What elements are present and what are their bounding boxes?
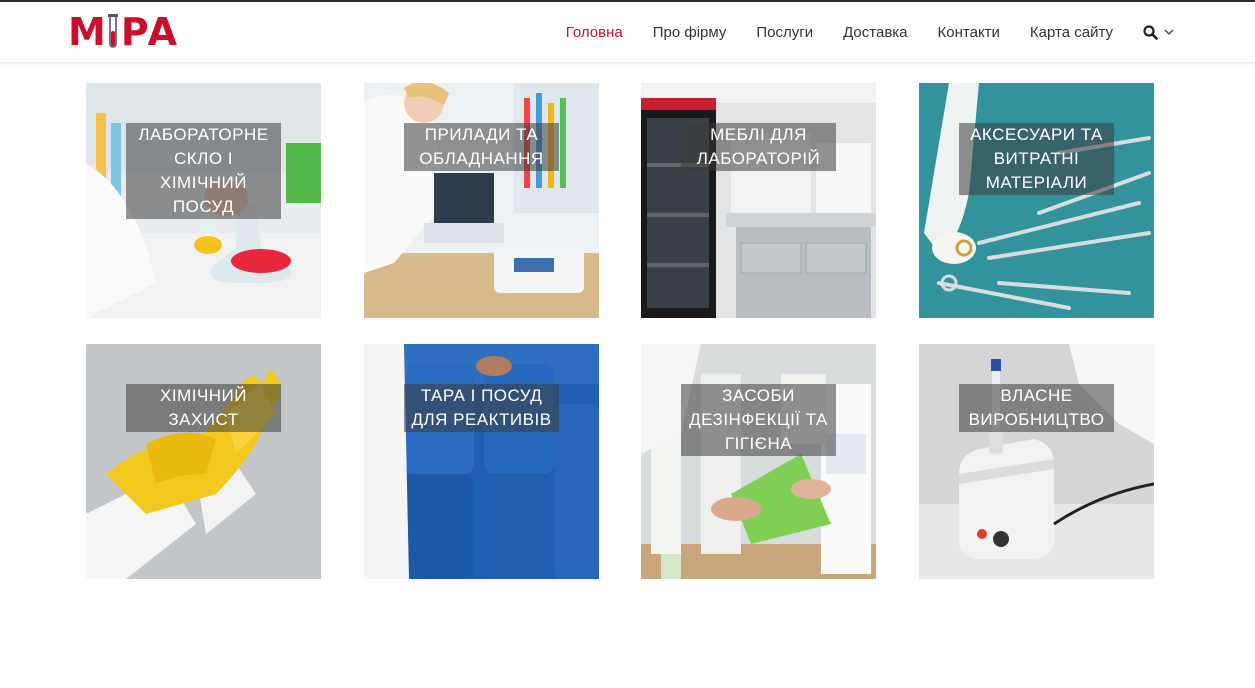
- category-label: Прилади та обладнання: [404, 123, 559, 171]
- category-tile-instruments[interactable]: Прилади та обладнання: [364, 83, 599, 318]
- test-tube-icon: [107, 14, 118, 48]
- category-label: Власне виробництво: [959, 384, 1114, 432]
- nav-item-sitemap[interactable]: Карта сайту: [1030, 24, 1113, 41]
- nav-item-services[interactable]: Послуги: [756, 24, 813, 41]
- category-tile-containers[interactable]: Тара і посуд для реактивів: [364, 344, 599, 579]
- surgical-tools-photo: [919, 83, 1154, 318]
- category-tile-own-production[interactable]: Власне виробництво: [919, 344, 1154, 579]
- microscope-photo: [364, 83, 599, 318]
- canisters-photo: [364, 344, 599, 579]
- gloves-photo: [86, 344, 321, 579]
- site-logo[interactable]: M РА: [68, 10, 177, 54]
- category-label: Меблі для лабораторій: [681, 123, 836, 171]
- main-navigation: Головна Про фірму Послуги Доставка Конта…: [536, 2, 1175, 62]
- category-tile-furniture[interactable]: Меблі для лабораторій: [641, 83, 876, 318]
- disinfection-photo: [641, 344, 876, 579]
- category-label: Тара і посуд для реактивів: [404, 384, 559, 432]
- category-tile-glassware[interactable]: Лабораторне скло і хімічний посуд: [86, 83, 321, 318]
- search-toggle[interactable]: [1143, 24, 1175, 40]
- nav-item-home[interactable]: Головна: [566, 24, 623, 41]
- category-tile-disinfection[interactable]: Засоби дезінфекції та гігієна: [641, 344, 876, 579]
- nav-item-delivery[interactable]: Доставка: [843, 24, 907, 41]
- category-label: Хімічний захист: [126, 384, 281, 432]
- logo-letter-m: M: [68, 10, 106, 54]
- category-tile-chemical-protection[interactable]: Хімічний захист: [86, 344, 321, 579]
- category-label: Аксесуари та витратні матеріали: [959, 123, 1114, 195]
- chevron-down-icon: [1164, 29, 1174, 35]
- vortex-device-photo: [919, 344, 1154, 579]
- category-tile-accessories[interactable]: Аксесуари та витратні матеріали: [919, 83, 1154, 318]
- nav-item-about[interactable]: Про фірму: [653, 24, 727, 41]
- lab-furniture-photo: [641, 83, 876, 318]
- category-label: Лабораторне скло і хімічний посуд: [126, 123, 281, 219]
- category-label: Засоби дезінфекції та гігієна: [681, 384, 836, 456]
- search-icon: [1143, 24, 1158, 40]
- nav-item-contacts[interactable]: Контакти: [938, 24, 1000, 41]
- site-header: M РА Головна Про фірму Послуги Доставка …: [0, 2, 1255, 63]
- logo-letters-ra: РА: [120, 10, 177, 54]
